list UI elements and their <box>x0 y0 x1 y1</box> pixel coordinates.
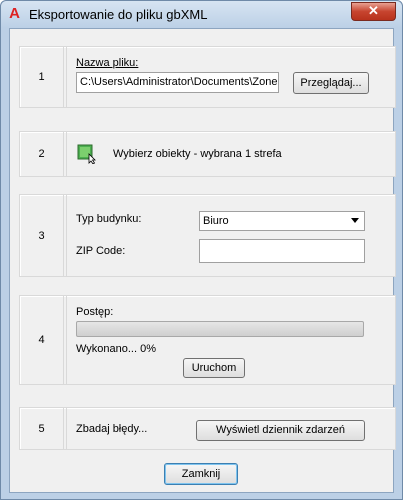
window-close-button[interactable]: ✕ <box>351 2 396 21</box>
progress-status-text: Wykonano... 0% <box>76 343 156 355</box>
step-3-panel: 3 Typ budynku: Biuro ZIP Code: <box>19 194 396 277</box>
file-path-input[interactable]: C:\Users\Administrator\Documents\Zone <box>76 72 279 93</box>
autocad-logo-icon: A <box>9 5 20 22</box>
dialog-window: A Eksportowanie do pliku gbXML ✕ 1 Nazwa… <box>0 0 403 500</box>
building-type-label: Typ budynku: <box>76 213 142 225</box>
step-1-number: 1 <box>20 47 64 107</box>
dialog-body: 1 Nazwa pliku: C:\Users\Administrator\Do… <box>9 28 396 493</box>
pick-objects-label: Wybierz obiekty - wybrana 1 strefa <box>113 148 282 160</box>
chevron-down-icon <box>351 218 359 223</box>
title-bar[interactable]: A Eksportowanie do pliku gbXML ✕ <box>1 1 402 28</box>
step-1-panel: 1 Nazwa pliku: C:\Users\Administrator\Do… <box>19 46 396 108</box>
step-5-panel: 5 Zbadaj błędy... Wyświetl dziennik zdar… <box>19 407 396 450</box>
zip-code-input[interactable] <box>199 239 365 263</box>
progress-label: Postęp: <box>76 306 114 318</box>
progress-bar <box>76 321 364 337</box>
step-2-panel: 2 Wybierz obiekty - wybrana 1 strefa <box>19 131 396 177</box>
view-log-button[interactable]: Wyświetl dziennik zdarzeń <box>196 420 365 441</box>
step-3-number: 3 <box>20 195 64 276</box>
browse-button[interactable]: Przeglądaj... <box>293 72 369 94</box>
building-type-select[interactable]: Biuro <box>199 211 365 231</box>
zip-code-label: ZIP Code: <box>76 245 126 257</box>
step-5-number: 5 <box>20 408 64 449</box>
file-name-label: Nazwa pliku: <box>76 57 139 69</box>
select-objects-icon[interactable] <box>77 144 97 164</box>
check-errors-label: Zbadaj błędy... <box>76 423 148 435</box>
step-4-panel: 4 Postęp: Wykonano... 0% Uruchom <box>19 295 396 385</box>
run-button[interactable]: Uruchom <box>183 358 245 378</box>
dialog-title: Eksportowanie do pliku gbXML <box>29 7 208 22</box>
close-dialog-button[interactable]: Zamknij <box>164 463 238 485</box>
step-4-number: 4 <box>20 296 64 384</box>
step-2-number: 2 <box>20 132 64 176</box>
